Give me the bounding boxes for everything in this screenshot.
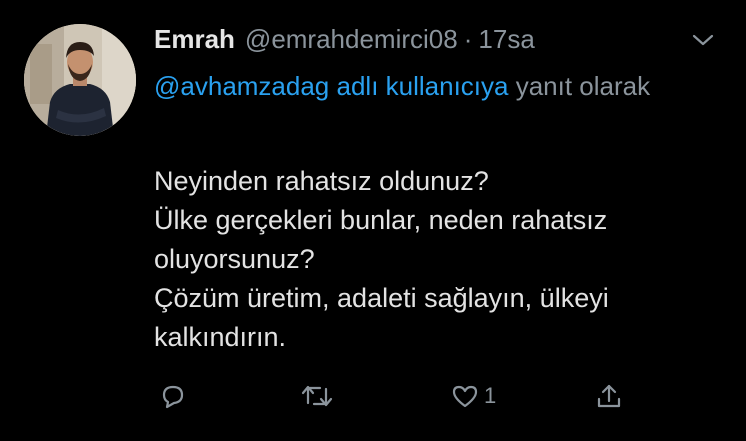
- author-handle[interactable]: @emrahdemirci08: [245, 24, 458, 55]
- retweet-button[interactable]: [300, 376, 334, 416]
- avatar[interactable]: [24, 24, 136, 136]
- chevron-down-icon[interactable]: [690, 30, 716, 50]
- avatar-photo: [24, 24, 136, 136]
- heart-icon: [452, 385, 478, 408]
- tweet-text: Neyinden rahatsız oldunuz? Ülke gerçekle…: [154, 166, 609, 352]
- tweet-header: Emrah @emrahdemirci08 · 17sa: [154, 24, 535, 60]
- retweet-icon: [301, 385, 333, 407]
- reply-context: @avhamzadag adlı kullanıcıya yanıt olara…: [154, 66, 694, 106]
- reply-icon: [162, 385, 184, 409]
- reply-to-link[interactable]: @avhamzadag adlı kullanıcıya: [154, 71, 508, 101]
- share-button[interactable]: [594, 376, 624, 416]
- author-name[interactable]: Emrah: [154, 24, 235, 55]
- tweet[interactable]: Emrah @emrahdemirci08 · 17sa @avhamzadag…: [0, 0, 746, 441]
- separator-dot: ·: [463, 24, 473, 54]
- like-count: 1: [484, 383, 497, 408]
- tweet-timestamp[interactable]: 17sa: [478, 24, 534, 55]
- reply-suffix: yanıt olarak: [508, 71, 651, 101]
- like-button[interactable]: 1: [450, 376, 496, 416]
- share-icon: [597, 384, 621, 408]
- reply-button[interactable]: [158, 376, 188, 416]
- tweet-actions: 1: [154, 376, 654, 416]
